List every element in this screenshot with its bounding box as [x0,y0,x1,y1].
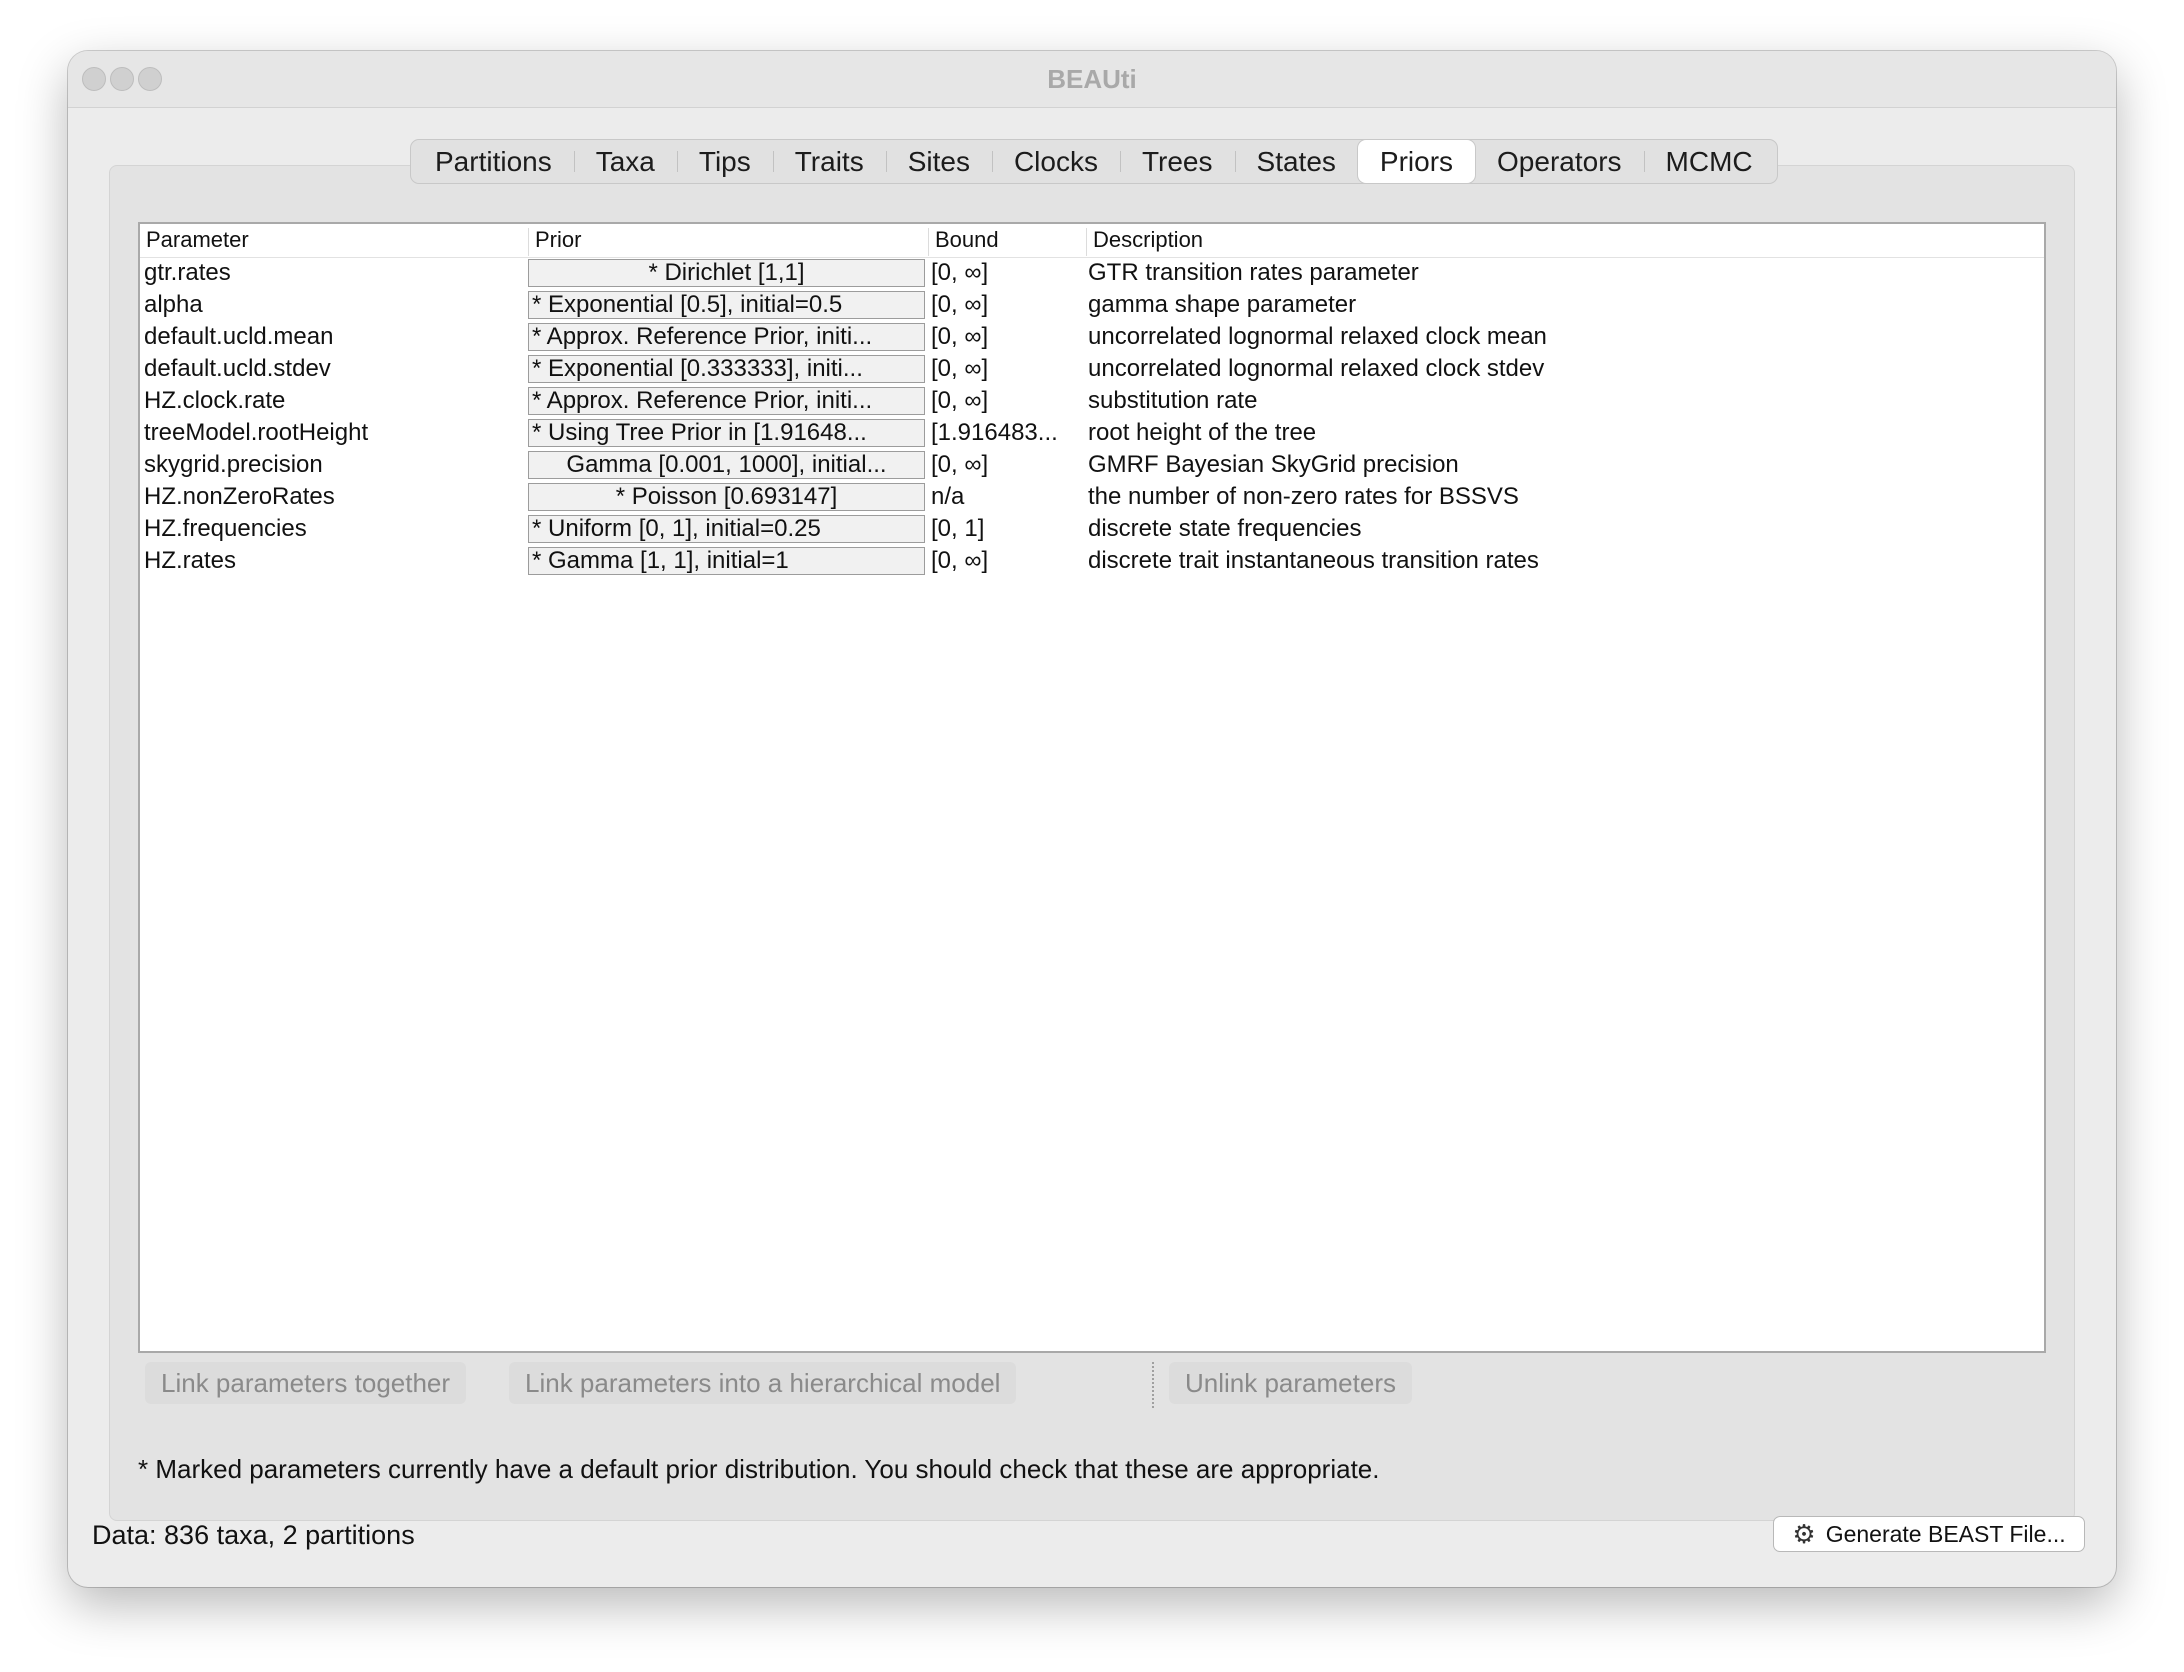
parameter-cell: HZ.clock.rate [144,387,286,414]
tab-states[interactable]: States [1234,140,1358,183]
link-parameters-together-button[interactable]: Link parameters together [145,1362,467,1404]
prior-button[interactable]: * Poisson [0.693147] [528,483,925,511]
data-status: Data: 836 taxa, 2 partitions [92,1520,415,1550]
parameter-cell: gtr.rates [144,259,231,286]
bound-cell: [0, ∞] [931,259,989,286]
bound-cell: [0, ∞] [931,451,989,478]
table-row[interactable]: HZ.frequencies * Uniform [0, 1], initial… [140,513,2044,545]
description-cell: GTR transition rates parameter [1088,259,1419,286]
prior-button[interactable]: Gamma [0.001, 1000], initial... [528,451,925,479]
tab-mcmc[interactable]: MCMC [1643,140,1775,183]
bound-cell: [1.916483... [931,419,1058,446]
parameter-cell: HZ.rates [144,547,237,574]
tab-traits[interactable]: Traits [772,140,886,183]
unlink-parameters-button[interactable]: Unlink parameters [1169,1362,1412,1404]
tab-operators[interactable]: Operators [1475,140,1644,183]
description-cell: substitution rate [1088,387,1258,414]
parameter-cell: HZ.nonZeroRates [144,483,335,510]
parameter-cell: default.ucld.stdev [144,355,331,382]
description-cell: discrete state frequencies [1088,515,1362,542]
table-row[interactable]: HZ.nonZeroRates * Poisson [0.693147] n/a… [140,481,2044,513]
description-cell: discrete trait instantaneous transition … [1088,547,1539,574]
prior-button[interactable]: * Approx. Reference Prior, initi... [528,323,925,351]
description-cell: GMRF Bayesian SkyGrid precision [1088,451,1459,478]
bound-cell: [0, ∞] [931,323,989,350]
prior-button[interactable]: * Using Tree Prior in [1.91648... [528,419,925,447]
button-separator [1152,1362,1154,1408]
bound-cell: n/a [931,483,965,510]
tab-trees[interactable]: Trees [1119,140,1235,183]
priors-table: Parameter Prior Bound Description gtr.ra… [138,222,2046,1353]
column-header-prior[interactable]: Prior [528,228,928,256]
prior-button[interactable]: * Dirichlet [1,1] [528,259,925,287]
window-title: BEAUti [1047,64,1137,94]
column-header-description[interactable]: Description [1086,228,2042,256]
column-header-parameter[interactable]: Parameter [140,228,528,256]
bound-cell: [0, ∞] [931,355,989,382]
parameter-cell: treeModel.rootHeight [144,419,369,446]
generate-button-label: Generate BEAST File... [1825,1520,2066,1547]
gear-icon: ⚙ [1792,1518,1816,1549]
main-tabs: Partitions Taxa Tips Traits Sites Clocks… [410,139,1778,184]
column-header-bound[interactable]: Bound [928,228,1086,256]
beauti-window: BEAUti Partitions Taxa Tips Traits Sites… [68,51,2116,1587]
default-prior-note: * Marked parameters currently have a def… [138,1454,1380,1484]
table-row[interactable]: alpha * Exponential [0.5], initial=0.5 [… [140,289,2044,321]
table-row[interactable]: treeModel.rootHeight * Using Tree Prior … [140,417,2044,449]
tab-priors[interactable]: Priors [1357,140,1476,183]
prior-button[interactable]: * Exponential [0.5], initial=0.5 [528,291,925,319]
description-cell: the number of non-zero rates for BSSVS [1088,483,1519,510]
parameter-cell: alpha [144,291,203,318]
prior-button[interactable]: * Exponential [0.333333], initi... [528,355,925,383]
title-bar: BEAUti [68,51,2116,108]
parameter-cell: skygrid.precision [144,451,323,478]
prior-button[interactable]: * Uniform [0, 1], initial=0.25 [528,515,925,543]
tab-taxa[interactable]: Taxa [573,140,677,183]
table-row[interactable]: gtr.rates * Dirichlet [1,1] [0, ∞] GTR t… [140,257,2044,289]
parameter-cell: HZ.frequencies [144,515,307,542]
tab-clocks[interactable]: Clocks [991,140,1120,183]
tab-tips[interactable]: Tips [676,140,773,183]
table-row[interactable]: HZ.clock.rate * Approx. Reference Prior,… [140,385,2044,417]
description-cell: root height of the tree [1088,419,1317,446]
table-row[interactable]: skygrid.precision Gamma [0.001, 1000], i… [140,449,2044,481]
parameter-cell: default.ucld.mean [144,323,334,350]
prior-button[interactable]: * Gamma [1, 1], initial=1 [528,547,925,575]
table-row[interactable]: default.ucld.mean * Approx. Reference Pr… [140,321,2044,353]
description-cell: uncorrelated lognormal relaxed clock std… [1088,355,1545,382]
bound-cell: [0, ∞] [931,547,989,574]
bound-cell: [0, 1] [931,515,985,542]
generate-beast-file-button[interactable]: ⚙ Generate BEAST File... [1773,1516,2085,1552]
table-header: Parameter Prior Bound Description [140,224,2044,258]
bound-cell: [0, ∞] [931,387,989,414]
link-hierarchical-model-button[interactable]: Link parameters into a hierarchical mode… [509,1362,1017,1404]
bound-cell: [0, ∞] [931,291,989,318]
table-row[interactable]: HZ.rates * Gamma [1, 1], initial=1 [0, ∞… [140,545,2044,577]
tab-sites[interactable]: Sites [885,140,992,183]
tab-partitions[interactable]: Partitions [413,140,574,183]
description-cell: uncorrelated lognormal relaxed clock mea… [1088,323,1547,350]
prior-button[interactable]: * Approx. Reference Prior, initi... [528,387,925,415]
table-row[interactable]: default.ucld.stdev * Exponential [0.3333… [140,353,2044,385]
description-cell: gamma shape parameter [1088,291,1357,318]
